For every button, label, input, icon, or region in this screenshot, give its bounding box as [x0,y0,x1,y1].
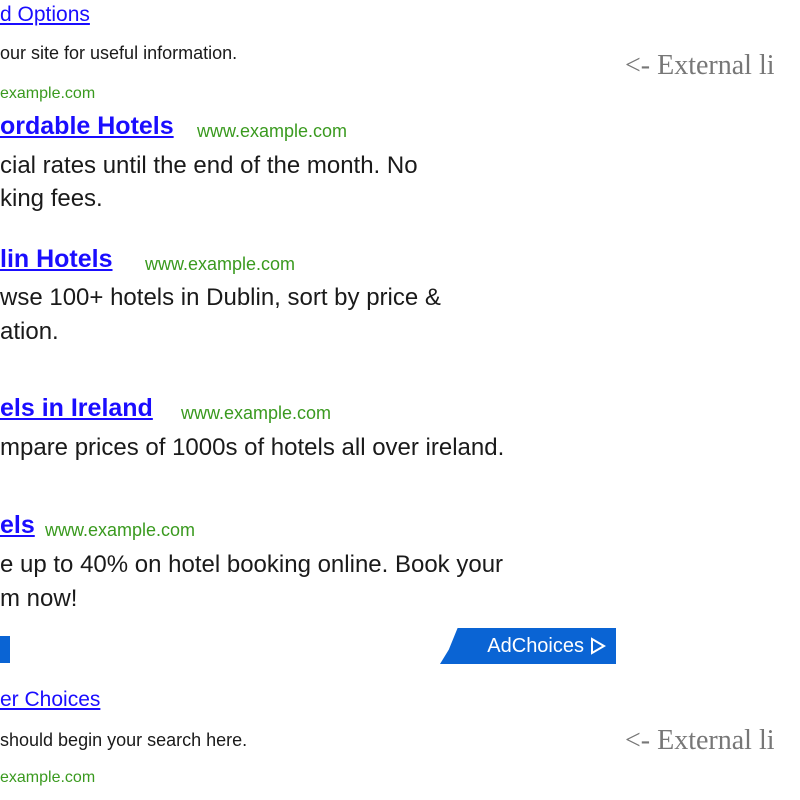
ad-url: www.example.com [197,121,348,141]
ad-description-line: mpare prices of 1000s of hotels all over… [0,434,505,461]
ad-url: www.example.com [45,520,196,540]
adchoices-triangle-icon [591,637,606,655]
adchoices-button[interactable]: AdChoices [440,628,616,664]
ad-title-link[interactable]: els [0,513,35,538]
ad-description-line: wse 100+ hotels in Dublin, sort by price… [0,284,441,311]
bottom-ad-description: should begin your search here. [0,730,248,750]
ad-title-link[interactable]: els in Ireland [0,396,153,421]
bottom-ad-url: example.com [0,769,96,786]
top-ad-title-link[interactable]: d Options [0,4,90,25]
top-ad-description: our site for useful information. [0,43,238,63]
adchoices-badge-partial[interactable] [0,636,10,663]
ad-description-line: e up to 40% on hotel booking online. Boo… [0,551,504,578]
external-link-annotation: <- External li [625,725,775,756]
ad-description-line: cial rates until the end of the month. N… [0,152,418,179]
ad-description-line: m now! [0,585,78,612]
top-ad-url: example.com [0,85,96,102]
ad-url: www.example.com [181,403,332,423]
ad-title-link[interactable]: ordable Hotels [0,114,174,139]
external-link-annotation: <- External li [625,50,775,81]
bottom-ad-title-link[interactable]: er Choices [0,689,100,710]
ad-description-line: king fees. [0,185,103,212]
ad-description-line: ation. [0,318,59,345]
ad-title-link[interactable]: lin Hotels [0,247,113,272]
ad-url: www.example.com [145,254,296,274]
adchoices-label: AdChoices [487,634,584,657]
